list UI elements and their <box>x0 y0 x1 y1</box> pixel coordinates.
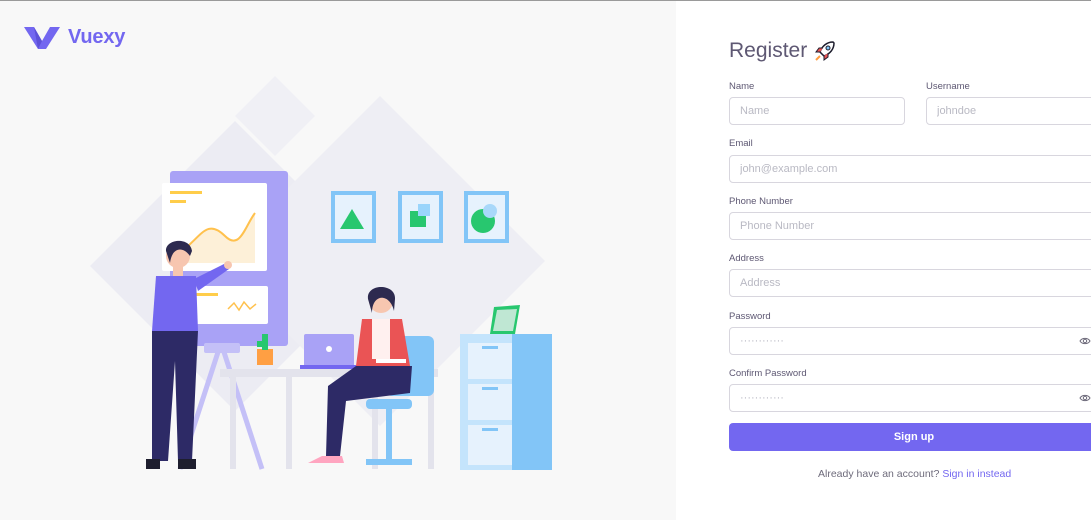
brand-name: Vuexy <box>68 25 126 48</box>
name-input[interactable] <box>729 97 905 125</box>
address-label: Address <box>729 253 764 264</box>
page-title: Register <box>729 39 808 62</box>
phone-label: Phone Number <box>729 196 793 207</box>
sign-in-prompt-text: Already have an account? <box>818 468 940 480</box>
eye-icon[interactable] <box>1079 392 1091 404</box>
password-input[interactable] <box>729 327 1091 355</box>
confirm-password-input[interactable] <box>729 384 1091 412</box>
username-label: Username <box>926 81 970 92</box>
email-input[interactable] <box>729 155 1091 183</box>
sign-up-button[interactable]: Sign up <box>729 423 1091 451</box>
eye-icon[interactable] <box>1079 335 1091 347</box>
register-form-panel: Register Name Username Email Phone Numbe… <box>676 1 1091 520</box>
name-label: Name <box>729 81 755 92</box>
rocket-icon <box>815 41 835 61</box>
brand-logo[interactable]: Vuexy <box>24 25 125 49</box>
email-label: Email <box>729 138 753 149</box>
password-label: Password <box>729 311 771 322</box>
confirm-password-label: Confirm Password <box>729 368 807 379</box>
sign-in-prompt: Already have an account? Sign in instead <box>818 468 1011 480</box>
register-illustration <box>90 76 552 470</box>
illustration-panel: Vuexy <box>0 1 676 520</box>
register-header: Register <box>729 39 837 63</box>
address-input[interactable] <box>729 269 1091 297</box>
vuexy-logo-icon <box>24 27 60 49</box>
username-input[interactable] <box>926 97 1091 125</box>
phone-input[interactable] <box>729 212 1091 240</box>
sign-in-link[interactable]: Sign in instead <box>942 468 1011 480</box>
